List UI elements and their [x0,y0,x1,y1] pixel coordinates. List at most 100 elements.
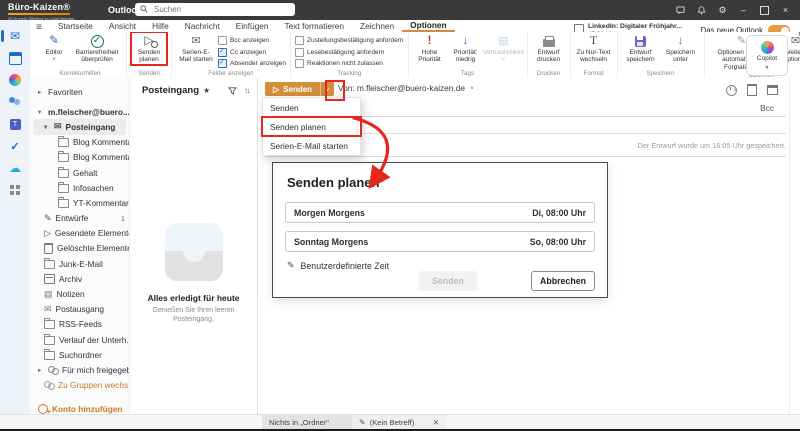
accessibility-check-button[interactable]: ✓ Barrierefreiheit überprüfen [72,33,122,65]
print-draft-button[interactable]: Entwurf drucken [532,33,566,65]
tab-zeichnen[interactable]: Zeichnen [352,21,402,32]
save-draft-button[interactable]: Entwurf speichern [622,33,660,65]
feedback-icon[interactable] [670,0,691,20]
sidebar-item-suchordner[interactable]: Suchordner [30,347,129,362]
hamburger-menu-icon[interactable]: ≡ [36,23,42,33]
checkbox-unchecked-icon [295,59,305,68]
sidebar-item-rss-feeds[interactable]: RSS-Feeds [30,317,129,332]
folder-icon [58,181,69,193]
sidebar-item-fuer-mich-freigegeben[interactable]: ▸ Für mich freigegeb... [30,362,129,377]
status-tab-kein-betreff[interactable]: ✎ (Kein Betreff) ✕ [352,415,446,429]
tab-ansicht[interactable]: Ansicht [101,21,144,32]
inbox-envelope-icon: ✉ [54,121,62,132]
high-priority-button[interactable]: ! Hohe Priorität [413,33,447,65]
sidebar-item-entwuerfe[interactable]: ✎ Entwürfe 1 [30,211,129,226]
sidebar-item-archiv[interactable]: Archiv [30,271,129,286]
sidebar-item-verlauf[interactable]: Verlauf der Unterh... [30,332,129,347]
editor-button[interactable]: ✎ Editor ∨ [38,33,70,64]
checkbox-bcc-anzeigen[interactable]: Bcc anzeigen [218,36,286,45]
sidebar-item-notizen[interactable]: ▤ Notizen [30,286,129,301]
status-tab-ordner[interactable]: Nichts in „Ordner“ [262,415,352,429]
search-icon [140,5,148,13]
sidebar-item-account[interactable]: ▾ m.fleischer@buero... [30,104,129,119]
maximize-icon[interactable] [754,0,775,20]
sidebar-item-blog-kommentar-2[interactable]: Blog Kommentar ... [30,150,129,165]
dialog-cancel-button[interactable]: Abbrechen [531,271,595,291]
ribbon-group-speichern: Entwurf speichern ↓ Speichern unter Spei… [618,32,705,78]
tab-startseite[interactable]: Startseite [50,21,101,32]
checkbox-reaktionen[interactable]: Reaktionen nicht zulassen [295,59,403,68]
checkbox-absender-anzeigen[interactable]: Absender anzeigen [218,58,286,68]
search-box[interactable] [135,2,295,16]
tab-nachricht[interactable]: Nachricht [177,21,228,32]
close-icon[interactable]: × [775,0,796,20]
sort-icon[interactable]: ↑↓ [244,86,251,95]
apps-icon[interactable] [0,180,30,200]
snooze-clock-icon[interactable]: ∨ [725,84,737,96]
outbox-icon: ✉ [44,303,52,314]
sidebar-item-junk[interactable]: Junk-E-Mail [30,256,129,271]
favorite-star-icon[interactable]: ★ [203,86,210,95]
from-field[interactable]: Von: m.fleischer@buero-kaizen.de ∨ [338,83,474,93]
open-in-window-icon[interactable] [767,85,778,95]
close-icon[interactable]: ✕ [433,418,439,427]
low-priority-button[interactable]: ↓ Priorität: niedrig [449,33,483,65]
sidebar-item-postausgang[interactable]: ✉ Postausgang [30,302,129,317]
trash-icon [44,242,53,254]
schedule-send-button[interactable]: ▷ Senden planen [130,32,168,66]
chevron-down-icon: ∨ [51,57,57,62]
mail-settings-icon: ✉⚙ [790,32,800,47]
tab-optionen[interactable]: Optionen [402,20,455,32]
settings-gear-icon[interactable]: ⚙ [712,0,733,20]
plain-text-button[interactable]: T Zu Nur-Text wechseln [575,33,613,65]
copilot-button[interactable]: Copilot ∨ [746,35,788,76]
calendar-icon[interactable] [0,48,30,68]
collapse-ribbon-icon[interactable]: ∨ [733,64,738,72]
sidebar-item-gesendete[interactable]: ▷ Gesendete Elemente [30,226,129,241]
microsoft365-icon[interactable] [0,70,30,90]
custom-time-link[interactable]: ✎ Benutzerdefinierte Zeit [287,260,389,271]
schedule-option-sonntag[interactable]: Sonntag Morgens So, 08:00 Uhr [285,231,595,252]
menu-item-senden[interactable]: Senden [263,98,360,117]
tab-text-formatieren[interactable]: Text formatieren [277,21,352,32]
menu-item-serien-email[interactable]: Serien-E-Mail starten [263,136,360,155]
teams-icon[interactable]: T [0,114,30,134]
chevron-right-icon[interactable]: ▸ [38,366,44,374]
chevron-down-icon[interactable]: ▾ [44,123,50,131]
checkbox-cc-anzeigen[interactable]: Cc anzeigen [218,47,286,57]
checkbox-lesebestaetigung[interactable]: Lesebestätigung anfordern [295,47,403,57]
send-button[interactable]: ▷ Senden [265,82,321,96]
group-label: Tags [460,70,475,77]
checkbox-zustellungsbestaetigung[interactable]: Zustellungsbestätigung anfordern [295,36,404,45]
sidebar-item-yt-kommentar[interactable]: YT-Kommentar [30,195,129,210]
tab-hilfe[interactable]: Hilfe [144,21,177,32]
chevron-right-icon[interactable]: ▸ [38,88,44,96]
people-icon[interactable] [0,92,30,112]
sidebar-item-favoriten[interactable]: ▸ Favoriten [30,84,129,99]
sidebar-item-geloeschte[interactable]: Gelöschte Elemente [30,241,129,256]
todo-icon[interactable]: ✓ [0,136,30,156]
sidebar-item-infosachen[interactable]: Infosachen [30,180,129,195]
menu-item-senden-planen[interactable]: Senden planen [261,116,362,137]
chevron-down-icon[interactable]: ▾ [38,108,44,116]
sidebar-item-blog-kommentar-1[interactable]: Blog Kommentar ... [30,135,129,150]
notifications-bell-icon[interactable] [691,0,712,20]
save-as-button[interactable]: ↓ Speichern unter [662,33,700,65]
tab-einfuegen[interactable]: Einfügen [228,21,277,32]
plain-text-icon: T [589,33,598,48]
onedrive-icon[interactable]: ☁ [0,158,30,178]
pencil-icon: ✎ [287,260,295,270]
mail-merge-button[interactable]: ✉ Serien-E-Mail starten [176,33,216,65]
sidebar-item-posteingang[interactable]: ▾ ✉ Posteingang [33,119,126,135]
sidebar-item-zu-gruppen[interactable]: Zu Gruppen wechs... [30,378,129,393]
discard-trash-icon[interactable] [747,84,757,96]
status-bar: Nichts in „Ordner“ ✎ (Kein Betreff) ✕ [0,414,800,429]
search-input[interactable] [152,3,276,15]
mail-icon[interactable]: ✉ [0,26,30,46]
minimize-icon[interactable]: – [733,0,754,20]
sidebar-item-gehalt[interactable]: Gehalt [30,165,129,180]
schedule-option-morgen[interactable]: Morgen Morgens Di, 08:00 Uhr [285,202,595,223]
filter-icon[interactable] [228,86,237,95]
print-icon [542,36,555,47]
bcc-link[interactable]: Bcc [760,103,774,113]
